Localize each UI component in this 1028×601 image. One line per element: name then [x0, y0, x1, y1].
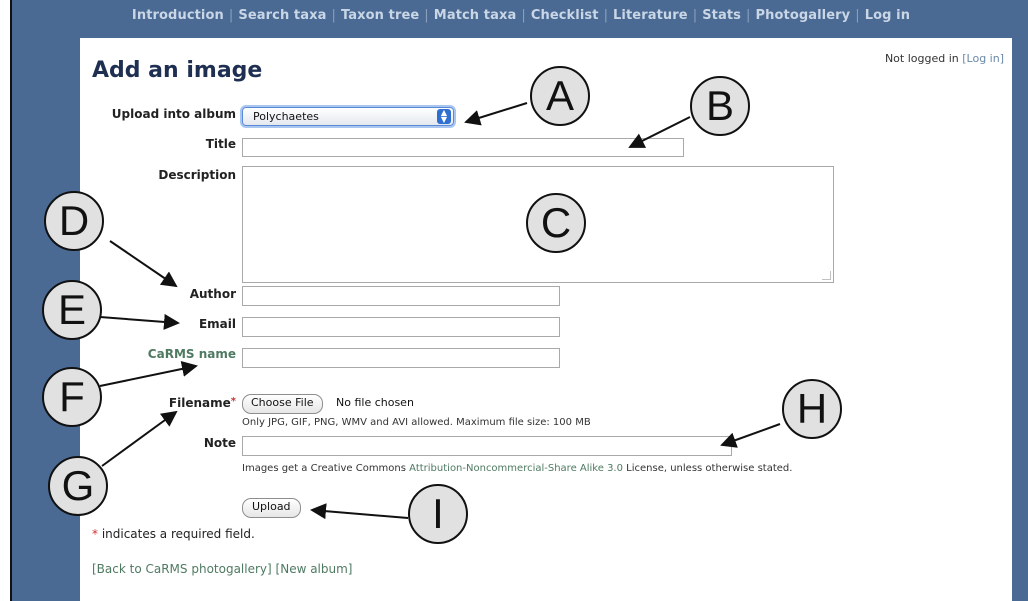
carms-name-label[interactable]: CaRMS name [86, 347, 236, 361]
required-note: * indicates a required field. [92, 527, 255, 541]
callout-c: C [526, 193, 586, 253]
callout-d: D [44, 191, 104, 251]
callout-e: E [42, 280, 102, 340]
note-label: Note [203, 436, 236, 450]
license-link[interactable]: Attribution-Noncommercial-Share Alike 3.… [409, 463, 623, 474]
nav-introduction[interactable]: Introduction [132, 8, 224, 23]
nav-separator: | [331, 8, 336, 23]
nav-separator: | [424, 8, 429, 23]
nav-log-in[interactable]: Log in [865, 8, 910, 23]
callout-b: B [690, 76, 750, 136]
nav-separator: | [746, 8, 751, 23]
callout-f: F [42, 367, 102, 427]
login-status-text: Not logged in [884, 52, 959, 65]
album-select-value: Polychaetes [253, 110, 319, 123]
required-star: * [230, 396, 236, 407]
nav-photogallery[interactable]: Photogallery [755, 8, 850, 23]
login-link[interactable]: [Log in] [962, 52, 1004, 65]
title-label: Title [205, 137, 236, 151]
album-label: Upload into album [111, 107, 236, 121]
carms-name-input[interactable] [242, 348, 560, 368]
email-input[interactable] [242, 317, 560, 337]
new-album-link[interactable]: [New album] [276, 562, 353, 576]
file-hint: Only JPG, GIF, PNG, WMV and AVI allowed.… [242, 417, 591, 428]
callout-i: I [408, 484, 468, 544]
file-status: No file chosen [336, 396, 414, 409]
nav-separator: | [228, 8, 234, 23]
nav-literature[interactable]: Literature [613, 8, 688, 23]
license-suffix: License, unless otherwise stated. [622, 463, 793, 474]
filename-label: Filename* [86, 396, 236, 410]
callout-g: G [48, 456, 108, 516]
select-arrows-icon: ▲ ▼ [437, 109, 451, 124]
author-label: Author [189, 287, 236, 301]
nav-search-taxa[interactable]: Search taxa [238, 8, 326, 23]
note-input[interactable] [242, 436, 732, 456]
email-label: Email [198, 317, 236, 331]
page-title: Add an image [92, 58, 263, 83]
nav-taxon-tree[interactable]: Taxon tree [341, 8, 419, 23]
callout-h: H [782, 379, 842, 439]
footer-links: [Back to CaRMS photogallery] [New album] [92, 562, 352, 576]
nav-separator: | [855, 8, 860, 23]
login-status: Not logged in [Log in] [885, 52, 1004, 65]
resize-grip-icon[interactable] [822, 271, 831, 280]
filename-label-text: Filename [168, 396, 231, 410]
upload-button[interactable]: Upload [242, 498, 301, 518]
nav-checklist[interactable]: Checklist [531, 8, 599, 23]
album-select[interactable]: Polychaetes ▲ ▼ [242, 107, 454, 126]
nav-separator: | [692, 8, 698, 23]
description-label: Description [158, 168, 236, 182]
nav-separator: | [521, 8, 526, 23]
nav-stats[interactable]: Stats [702, 8, 741, 23]
top-navigation: Introduction | Search taxa | Taxon tree | Matc… [12, 0, 1028, 32]
required-note-text: indicates a required field. [98, 527, 255, 541]
license-notice: Images get a Creative Commons Attributio… [242, 463, 792, 474]
nav-separator: | [603, 8, 609, 23]
title-input[interactable] [242, 138, 684, 157]
back-to-photogallery-link[interactable]: [Back to CaRMS photogallery] [92, 562, 272, 576]
callout-a: A [530, 66, 590, 126]
choose-file-button[interactable]: Choose File [242, 394, 323, 414]
author-input[interactable] [242, 286, 560, 306]
license-prefix: Images get a Creative Commons [242, 463, 410, 474]
nav-match-taxa[interactable]: Match taxa [434, 8, 517, 23]
browser-frame: Introduction | Search taxa | Taxon tree | Matc… [10, 0, 1028, 601]
